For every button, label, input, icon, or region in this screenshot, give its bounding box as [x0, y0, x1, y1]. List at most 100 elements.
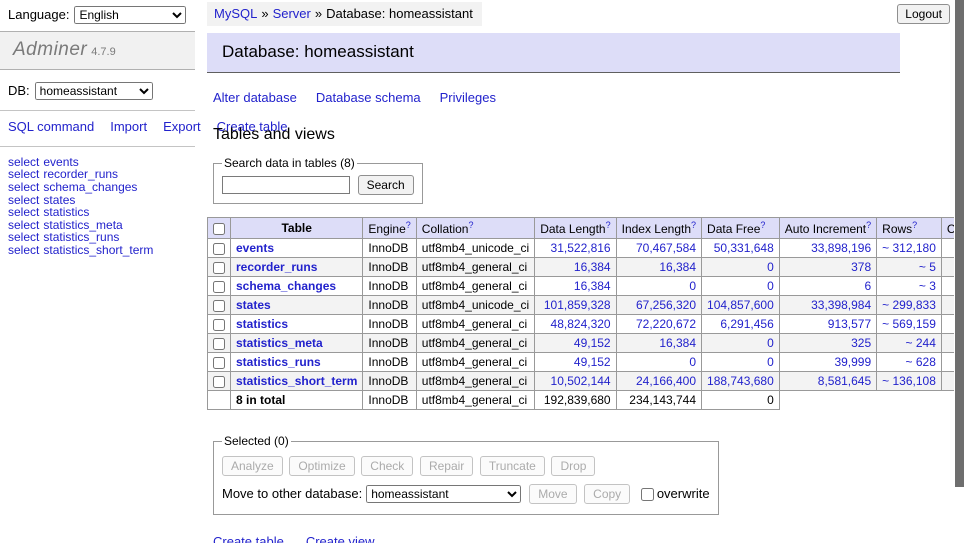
- help-link-icon[interactable]: ?: [606, 220, 611, 230]
- create-view-link[interactable]: Create view: [306, 534, 375, 543]
- check-button[interactable]: Check: [361, 456, 413, 476]
- data-length-link[interactable]: 49,152: [574, 355, 611, 369]
- rows-link[interactable]: ~ 244: [906, 336, 936, 350]
- help-link-icon[interactable]: ?: [760, 220, 765, 230]
- rows-link[interactable]: ~ 628: [906, 355, 936, 369]
- privileges-link[interactable]: Privileges: [440, 90, 496, 105]
- repair-button[interactable]: Repair: [420, 456, 473, 476]
- language-select[interactable]: English: [74, 6, 186, 24]
- create-table-link[interactable]: Create table: [213, 534, 284, 543]
- data-length-link[interactable]: 10,502,144: [551, 374, 611, 388]
- select-link[interactable]: select: [8, 180, 39, 194]
- index-length-link[interactable]: 70,467,584: [636, 241, 696, 255]
- help-link-icon[interactable]: ?: [691, 220, 696, 230]
- auto-increment-link[interactable]: 39,999: [834, 355, 871, 369]
- logout-button[interactable]: Logout: [897, 4, 950, 24]
- row-checkbox[interactable]: [213, 262, 225, 274]
- data-length-link[interactable]: 31,522,816: [551, 241, 611, 255]
- row-checkbox[interactable]: [213, 243, 225, 255]
- row-checkbox[interactable]: [213, 281, 225, 293]
- help-link-icon[interactable]: ?: [406, 220, 411, 230]
- adminer-logo[interactable]: Adminer: [13, 39, 87, 60]
- search-button[interactable]: Search: [358, 175, 414, 195]
- index-length-link[interactable]: 24,166,400: [636, 374, 696, 388]
- table-link-schema-changes[interactable]: schema_changes: [43, 180, 137, 194]
- engine-cell: InnoDB: [363, 258, 416, 277]
- select-all-checkbox[interactable]: [213, 223, 225, 235]
- move-button[interactable]: Move: [529, 484, 576, 504]
- index-length-link[interactable]: 72,220,672: [636, 317, 696, 331]
- breadcrumb-mysql-link[interactable]: MySQL: [214, 6, 257, 21]
- data-free-link[interactable]: 104,857,600: [707, 298, 774, 312]
- auto-increment-link[interactable]: 913,577: [828, 317, 871, 331]
- sidebar-link-export[interactable]: Export: [163, 119, 201, 134]
- table-name-link[interactable]: states: [236, 298, 271, 312]
- data-free-link[interactable]: 0: [767, 260, 774, 274]
- data-free-link[interactable]: 0: [767, 336, 774, 350]
- row-checkbox[interactable]: [213, 300, 225, 312]
- optimize-button[interactable]: Optimize: [289, 456, 354, 476]
- alter-database-link[interactable]: Alter database: [213, 90, 297, 105]
- rows-link[interactable]: ~ 569,159: [882, 317, 936, 331]
- data-free-link[interactable]: 188,743,680: [707, 374, 774, 388]
- help-link-icon[interactable]: ?: [468, 220, 473, 230]
- table-name-link[interactable]: events: [236, 241, 274, 255]
- table-name-link[interactable]: statistics_meta: [236, 336, 323, 350]
- sidebar-link-sql-command[interactable]: SQL command: [8, 119, 94, 134]
- auto-increment-link[interactable]: 378: [851, 260, 871, 274]
- scrollbar-thumb[interactable]: [955, 0, 964, 487]
- row-checkbox[interactable]: [213, 338, 225, 350]
- index-length-link[interactable]: 16,384: [659, 336, 696, 350]
- data-free-link[interactable]: 0: [767, 355, 774, 369]
- table-row: statistics_runs InnoDB utf8mb4_general_c…: [208, 353, 966, 372]
- index-length-link[interactable]: 0: [689, 279, 696, 293]
- adminer-version[interactable]: 4.7.9: [91, 46, 115, 58]
- index-length-link[interactable]: 16,384: [659, 260, 696, 274]
- data-length-link[interactable]: 16,384: [574, 279, 611, 293]
- table-name-link[interactable]: statistics_runs: [236, 355, 321, 369]
- sidebar-link-import[interactable]: Import: [110, 119, 147, 134]
- auto-increment-link[interactable]: 33,398,984: [811, 298, 871, 312]
- data-length-link[interactable]: 48,824,320: [551, 317, 611, 331]
- db-select[interactable]: homeassistant: [35, 82, 153, 100]
- search-input[interactable]: [222, 176, 350, 194]
- row-checkbox[interactable]: [213, 357, 225, 369]
- overwrite-checkbox[interactable]: [641, 488, 654, 501]
- data-free-link[interactable]: 6,291,456: [720, 317, 773, 331]
- auto-increment-link[interactable]: 33,898,196: [811, 241, 871, 255]
- database-schema-link[interactable]: Database schema: [316, 90, 421, 105]
- table-name-link[interactable]: statistics: [236, 317, 288, 331]
- index-length-link[interactable]: 0: [689, 355, 696, 369]
- rows-link[interactable]: ~ 136,108: [882, 374, 936, 388]
- auto-increment-link[interactable]: 8,581,645: [818, 374, 871, 388]
- index-length-link[interactable]: 67,256,320: [636, 298, 696, 312]
- breadcrumb-server-link[interactable]: Server: [273, 6, 311, 21]
- rows-link[interactable]: ~ 3: [919, 279, 936, 293]
- table-link-statistics-short-term[interactable]: statistics_short_term: [43, 243, 153, 257]
- move-database-select[interactable]: homeassistant: [366, 485, 521, 503]
- rows-link[interactable]: ~ 5: [919, 260, 936, 274]
- data-length-link[interactable]: 16,384: [574, 260, 611, 274]
- help-link-icon[interactable]: ?: [866, 220, 871, 230]
- auto-increment-link[interactable]: 6: [864, 279, 871, 293]
- truncate-button[interactable]: Truncate: [480, 456, 545, 476]
- select-link[interactable]: select: [8, 243, 39, 257]
- table-name-link[interactable]: schema_changes: [236, 279, 336, 293]
- drop-button[interactable]: Drop: [551, 456, 595, 476]
- rows-link[interactable]: ~ 312,180: [882, 241, 936, 255]
- rows-link[interactable]: ~ 299,833: [882, 298, 936, 312]
- table-name-link[interactable]: statistics_short_term: [236, 374, 357, 388]
- copy-button[interactable]: Copy: [584, 484, 630, 504]
- data-length-cell: 10,502,144: [535, 372, 616, 391]
- data-length-link[interactable]: 101,859,328: [544, 298, 611, 312]
- data-length-link[interactable]: 49,152: [574, 336, 611, 350]
- auto-increment-link[interactable]: 325: [851, 336, 871, 350]
- table-name-link[interactable]: recorder_runs: [236, 260, 317, 274]
- row-checkbox[interactable]: [213, 319, 225, 331]
- vertical-scrollbar[interactable]: [954, 0, 966, 543]
- analyze-button[interactable]: Analyze: [222, 456, 283, 476]
- data-free-link[interactable]: 0: [767, 279, 774, 293]
- data-free-link[interactable]: 50,331,648: [714, 241, 774, 255]
- row-checkbox[interactable]: [213, 376, 225, 388]
- help-link-icon[interactable]: ?: [912, 220, 917, 230]
